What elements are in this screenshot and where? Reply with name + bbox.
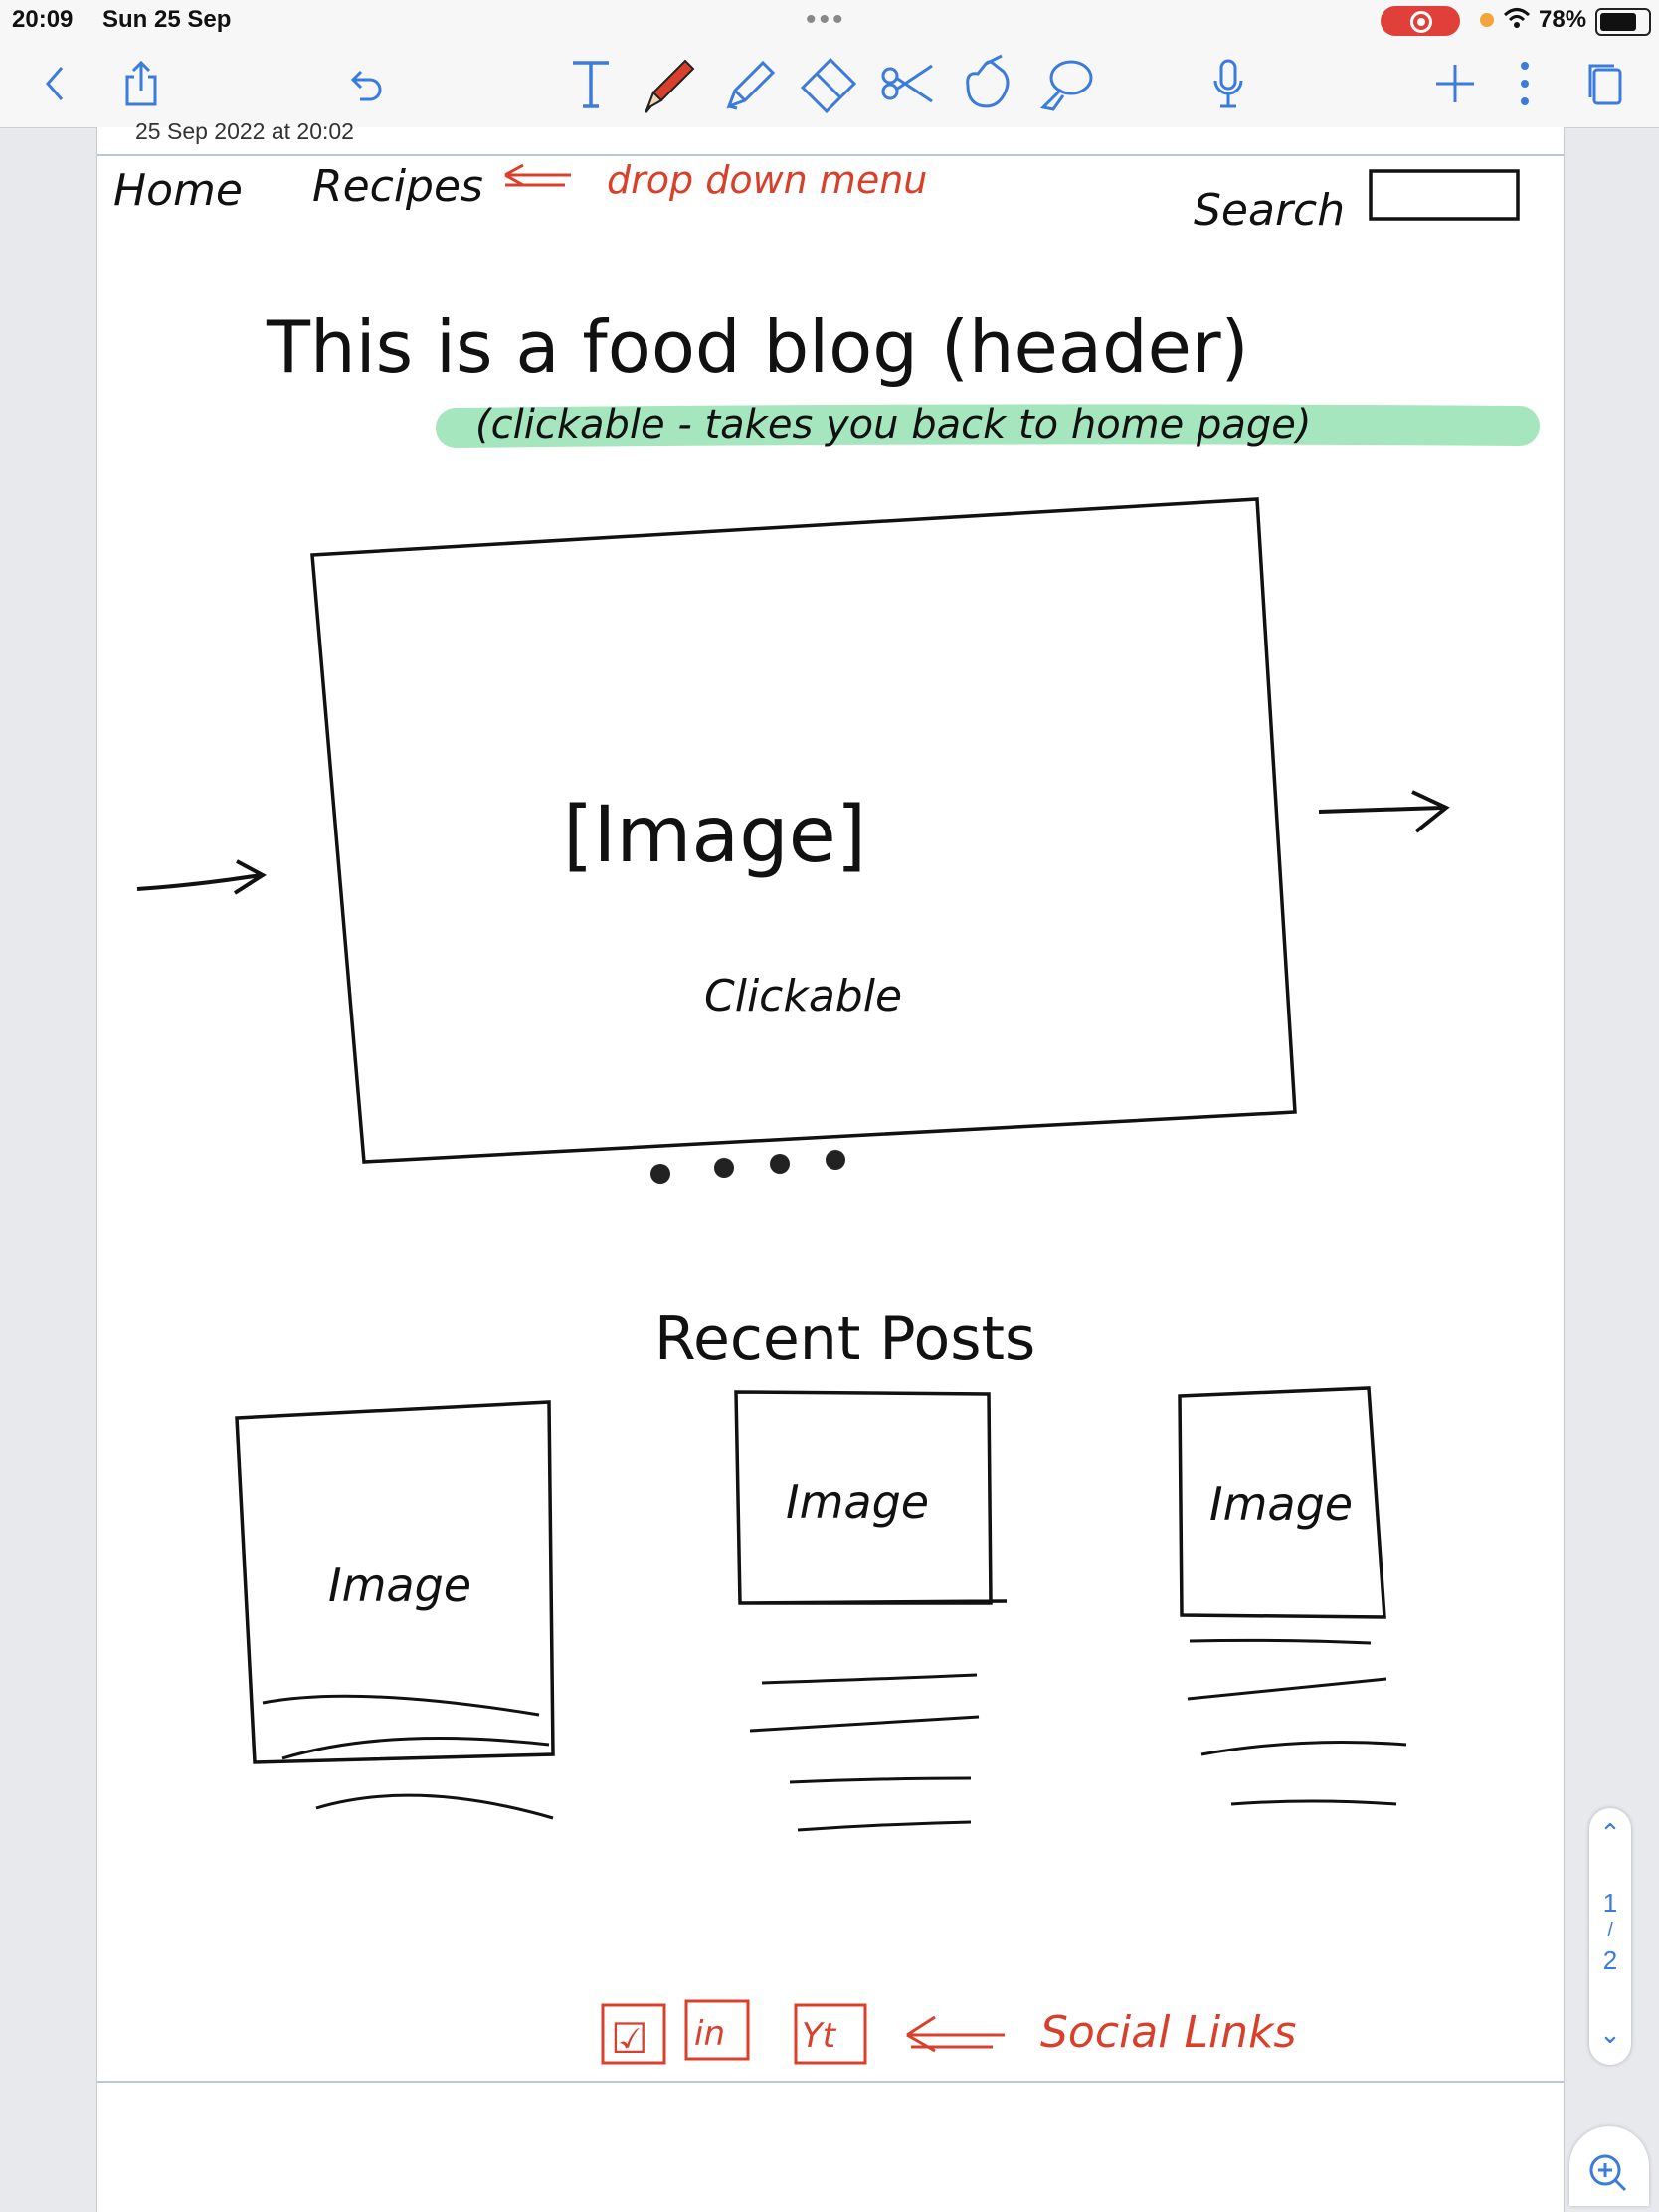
- app-toolbar: [0, 40, 1659, 128]
- pen-tool-icon[interactable]: [635, 54, 704, 113]
- carousel-dots[interactable]: [650, 1150, 845, 1184]
- carousel-clickable-label: Clickable: [704, 971, 902, 1021]
- carousel-next-arrow-icon[interactable]: [1318, 790, 1450, 833]
- svg-text:in: in: [694, 2014, 725, 2054]
- carousel-dot[interactable]: [826, 1150, 845, 1170]
- status-date: Sun 25 Sep: [102, 6, 232, 33]
- wifi-icon: [1502, 4, 1532, 39]
- note-page[interactable]: 25 Sep 2022 at 20:02 Home Recipes drop d…: [96, 118, 1565, 2212]
- page-separator: /: [1607, 1920, 1613, 1941]
- carousel-dot[interactable]: [650, 1164, 670, 1184]
- carousel-dot[interactable]: [714, 1158, 734, 1178]
- total-pages-number: 2: [1602, 1945, 1618, 1975]
- multitasking-dots-icon[interactable]: •••: [806, 5, 846, 35]
- header-subtitle-text: (clickable - takes you back to home page…: [475, 402, 1311, 448]
- page-bottom-divider: [97, 2081, 1564, 2083]
- recent-posts-title: Recent Posts: [654, 1304, 1035, 1374]
- post-card-image-label: Image: [786, 1475, 929, 1529]
- recipes-dropdown-note: drop down menu: [607, 158, 927, 202]
- page-navigator: ⌃ 1 / 2 ⌄: [1589, 1808, 1631, 2065]
- post-card[interactable]: Image: [235, 1400, 555, 1820]
- nav-search-text: Search: [1194, 185, 1345, 236]
- eraser-tool-icon[interactable]: [794, 54, 865, 113]
- carousel-dot[interactable]: [770, 1154, 790, 1174]
- search-box: [1369, 169, 1520, 221]
- status-time: 20:09: [12, 6, 74, 33]
- post-card-image-label: Image: [328, 1559, 471, 1612]
- more-options-icon[interactable]: [1508, 54, 1542, 113]
- text-tool-icon[interactable]: [563, 54, 619, 113]
- svg-text:Yt: Yt: [802, 2016, 837, 2056]
- header-title-text: This is a food blog (header): [266, 305, 1249, 389]
- microphone-icon[interactable]: [1203, 54, 1253, 113]
- screen-recording-icon[interactable]: [1381, 6, 1460, 36]
- social-links-note: Social Links: [1040, 2007, 1296, 2058]
- battery-percent: 78%: [1539, 6, 1587, 33]
- nav-home-text: Home: [113, 165, 243, 216]
- highlighter-tool-icon[interactable]: [714, 54, 784, 113]
- hand-tool-icon[interactable]: [953, 54, 1022, 113]
- next-page-icon[interactable]: ⌄: [1589, 2019, 1631, 2050]
- sketch-canvas: Home Recipes drop down menu Search This …: [113, 158, 1540, 2065]
- social-arrow-icon: [906, 2015, 1005, 2053]
- post-card-image-label: Image: [1209, 1477, 1353, 1531]
- share-icon[interactable]: [114, 54, 168, 113]
- zoom-in-icon[interactable]: [1569, 2126, 1649, 2206]
- post-card[interactable]: Image: [1178, 1386, 1407, 1806]
- social-linkedin-icon[interactable]: in: [684, 1999, 750, 2061]
- nav-recipes-text: Recipes: [312, 161, 483, 212]
- carousel-prev-arrow-icon[interactable]: [136, 859, 267, 895]
- previous-page-icon[interactable]: ⌃: [1589, 1818, 1631, 1849]
- pages-icon[interactable]: [1581, 54, 1631, 113]
- social-youtube-icon[interactable]: Yt: [794, 2003, 867, 2065]
- privacy-indicator-icon: [1480, 13, 1494, 27]
- carousel-image-label: [Image]: [563, 791, 866, 880]
- status-bar: 20:09 Sun 25 Sep ••• 78%: [0, 0, 1659, 40]
- lasso-tool-icon[interactable]: [873, 54, 943, 113]
- undo-icon[interactable]: [341, 54, 391, 113]
- battery-icon: [1595, 8, 1651, 36]
- shape-tool-icon[interactable]: [1030, 54, 1100, 113]
- back-icon[interactable]: [30, 54, 80, 113]
- add-page-icon[interactable]: [1430, 54, 1480, 113]
- current-page-number: 1: [1602, 1888, 1618, 1918]
- recipes-arrow-icon: [504, 163, 571, 187]
- svg-text:☑: ☑: [611, 2014, 648, 2063]
- social-facebook-icon[interactable]: ☑: [601, 2003, 666, 2065]
- post-card[interactable]: Image: [734, 1390, 1008, 1832]
